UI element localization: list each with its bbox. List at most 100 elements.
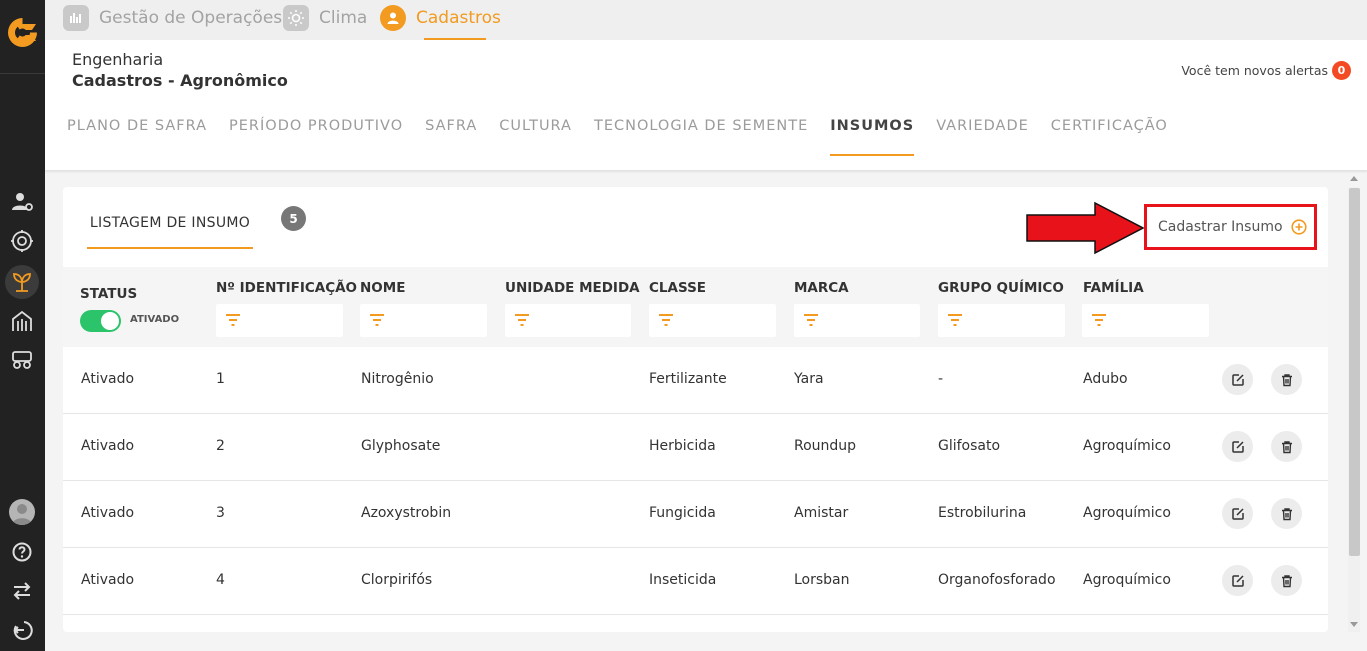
tab-label: Clima [319, 8, 368, 28]
user-avatar[interactable] [9, 499, 35, 525]
tab-label: Cadastros [416, 8, 501, 28]
filter-icon [515, 314, 529, 326]
cell-nome: Azoxystrobin [361, 505, 452, 521]
plus-circle-icon [1290, 219, 1307, 235]
subnav-insumos[interactable]: INSUMOS [830, 118, 915, 156]
cell-classe: Herbicida [649, 438, 716, 454]
col-marca[interactable]: MARCA [794, 280, 849, 296]
subnav-periodo-produtivo[interactable]: PERÍODO PRODUTIVO [229, 118, 403, 156]
filter-familia[interactable] [1082, 304, 1209, 337]
trash-icon [1281, 440, 1292, 453]
filter-unidade-medida[interactable] [505, 304, 631, 337]
col-grupo-quimico[interactable]: GRUPO QUÍMICO [938, 280, 1064, 296]
tab-clima[interactable]: Clima [283, 4, 367, 32]
filter-icon [370, 314, 384, 326]
filter-grupo-quimico[interactable] [938, 304, 1065, 337]
cell-marca: Yara [794, 371, 824, 387]
cell-status: Ativado [81, 371, 135, 387]
trash-icon [1281, 574, 1292, 587]
seedling-icon[interactable] [8, 268, 36, 296]
table-row[interactable]: Ativado 1 Nitrogênio Fertilizante Yara -… [63, 347, 1328, 414]
tab-listagem-de-insumo[interactable]: LISTAGEM DE INSUMO [87, 215, 253, 249]
cell-grupo: - [938, 371, 944, 387]
cell-id: 3 [216, 505, 225, 521]
cell-marca: Lorsban [794, 572, 850, 588]
filter-classe[interactable] [649, 304, 776, 337]
inputs-list-card: LISTAGEM DE INSUMO 5 Cadastrar Insumo ST… [63, 187, 1328, 632]
list-count-badge: 5 [281, 206, 306, 231]
filter-icon [948, 314, 962, 326]
filter-identificacao[interactable] [216, 304, 343, 337]
subnav-plano-de-safra[interactable]: PLANO DE SAFRA [67, 118, 207, 156]
status-toggle[interactable] [80, 310, 121, 332]
col-status[interactable]: STATUS [80, 286, 137, 302]
cell-status: Ativado [81, 505, 135, 521]
help-icon[interactable] [8, 538, 36, 566]
scrollbar-thumb[interactable] [1349, 188, 1360, 556]
delete-button[interactable] [1271, 431, 1302, 462]
edit-button[interactable] [1222, 364, 1253, 395]
user-settings-icon[interactable] [8, 188, 36, 216]
edit-icon [1231, 574, 1244, 587]
scroll-up-arrow-icon[interactable] [1350, 176, 1358, 181]
brand-logo-icon[interactable] [6, 16, 39, 49]
delete-button[interactable] [1271, 364, 1302, 395]
cell-familia: Agroquímico [1083, 438, 1171, 454]
target-gear-icon[interactable] [8, 227, 36, 255]
tractor-icon[interactable] [8, 345, 36, 373]
breadcrumb-parent[interactable]: Engenharia [72, 50, 163, 69]
register-input-button[interactable]: Cadastrar Insumo [1144, 204, 1317, 250]
app-tabs-bar: Gestão de Operações Clima Cadastros [45, 0, 1367, 40]
subnav-tecnologia-de-semente[interactable]: TECNOLOGIA DE SEMENTE [594, 118, 808, 156]
table-row[interactable]: Ativado 2 Glyphosate Herbicida Roundup G… [63, 414, 1328, 481]
status-toggle-label: ATIVADO [130, 314, 180, 325]
alerts-text: Você tem novos alertas [1181, 63, 1328, 78]
col-classe[interactable]: CLASSE [649, 280, 706, 296]
table-row[interactable]: Ativado 4 Clorpirifós Inseticida Lorsban… [63, 548, 1328, 615]
cell-classe: Fungicida [649, 505, 716, 521]
cell-id: 2 [216, 438, 225, 454]
filter-icon [804, 314, 818, 326]
col-nome[interactable]: NOME [360, 280, 405, 296]
subnav-safra[interactable]: SAFRA [425, 118, 477, 156]
filter-nome[interactable] [360, 304, 487, 337]
edit-button[interactable] [1222, 431, 1253, 462]
cell-id: 1 [216, 371, 225, 387]
delete-button[interactable] [1271, 565, 1302, 596]
edit-button[interactable] [1222, 565, 1253, 596]
filter-marca[interactable] [794, 304, 920, 337]
delete-button[interactable] [1271, 498, 1302, 529]
left-rail [0, 0, 45, 651]
rail-divider [0, 73, 45, 74]
cell-id: 4 [216, 572, 225, 588]
page-header: Engenharia Cadastros - Agronômico Você t… [45, 40, 1367, 171]
registry-subnav: PLANO DE SAFRA PERÍODO PRODUTIVO SAFRA C… [67, 118, 1190, 156]
scroll-down-arrow-icon[interactable] [1350, 622, 1358, 627]
page-title: Cadastros - Agronômico [72, 71, 288, 90]
cell-status: Ativado [81, 438, 135, 454]
cell-nome: Glyphosate [361, 438, 441, 454]
col-identificacao[interactable]: Nº IDENTIFICAÇÃO [216, 280, 357, 296]
subnav-variedade[interactable]: VARIEDADE [936, 118, 1029, 156]
cell-classe: Inseticida [649, 572, 717, 588]
cell-marca: Amistar [794, 505, 849, 521]
cell-familia: Adubo [1083, 371, 1128, 387]
silo-icon[interactable] [8, 307, 36, 335]
swap-icon[interactable] [8, 577, 36, 605]
alerts-notice[interactable]: Você tem novos alertas 0 [1181, 61, 1351, 80]
col-familia[interactable]: FAMÍLIA [1083, 280, 1144, 296]
subnav-cultura[interactable]: CULTURA [499, 118, 572, 156]
edit-icon [1231, 373, 1244, 386]
edit-button[interactable] [1222, 498, 1253, 529]
cell-classe: Fertilizante [649, 371, 727, 387]
subnav-certificacao[interactable]: CERTIFICAÇÃO [1051, 118, 1168, 156]
operations-icon [63, 5, 89, 31]
filter-icon [1092, 314, 1106, 326]
table-row[interactable]: Ativado 3 Azoxystrobin Fungicida Amistar… [63, 481, 1328, 548]
annotation-arrow-icon [1026, 201, 1145, 255]
col-unidade-medida[interactable]: UNIDADE MEDIDA [505, 280, 640, 296]
tab-cadastros[interactable]: Cadastros [380, 4, 501, 32]
logout-icon[interactable] [8, 616, 36, 644]
trash-icon [1281, 507, 1292, 520]
tab-gestao-operacoes[interactable]: Gestão de Operações [63, 4, 282, 32]
